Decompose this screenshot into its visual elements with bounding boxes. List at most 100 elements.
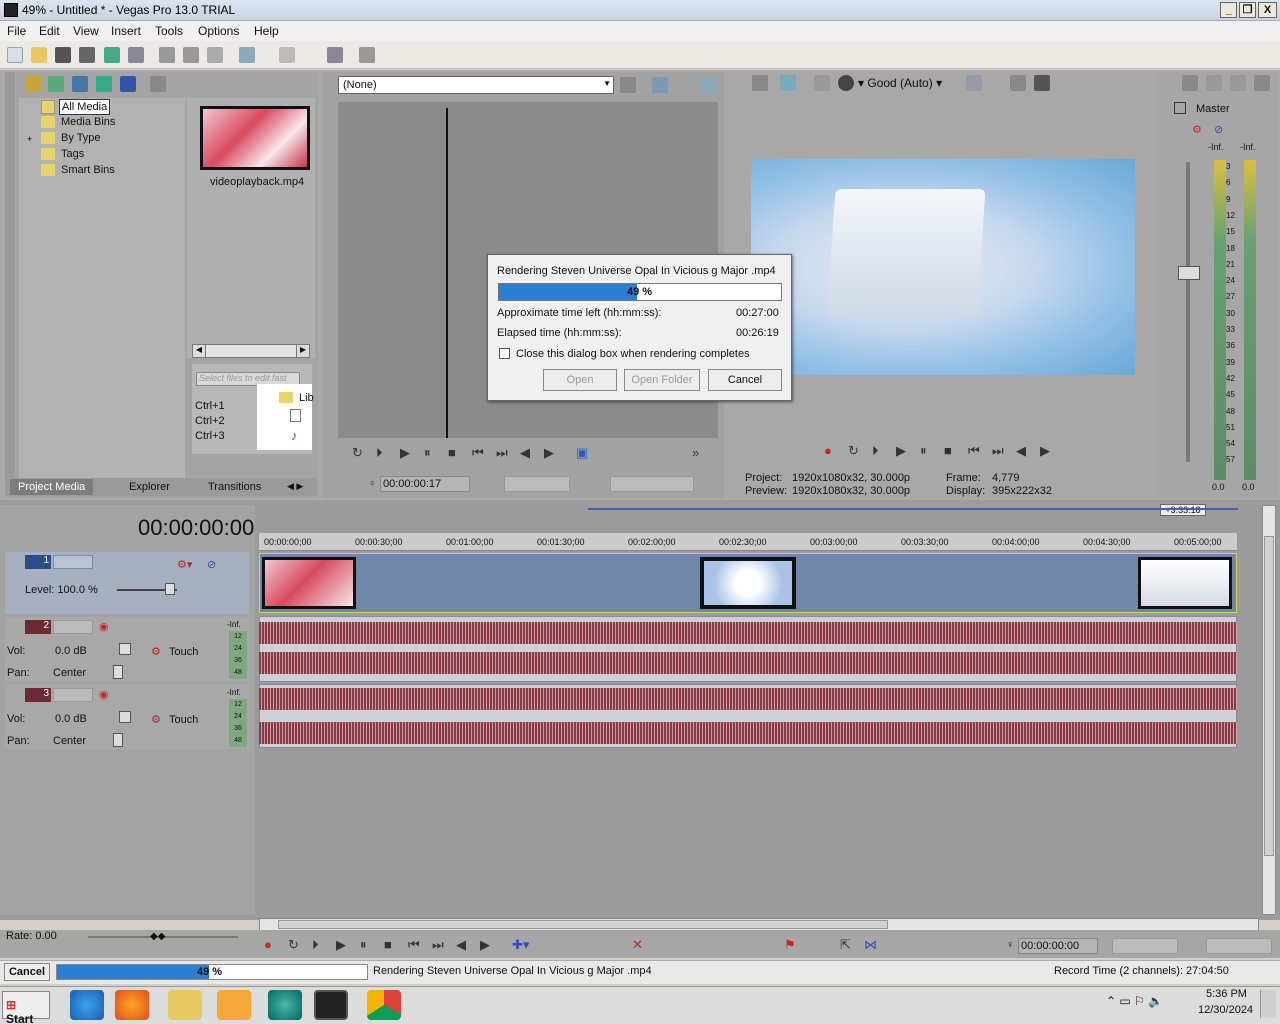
track-3-vol-value[interactable]: 0.0 dB	[55, 713, 87, 725]
go-to-end-icon[interactable]: ⏭	[432, 938, 444, 952]
tab-explorer[interactable]: Explorer	[129, 481, 170, 493]
track-fx-icon[interactable]: ⚙▾	[177, 558, 192, 571]
get-media-icon[interactable]	[72, 76, 88, 92]
level-slider-thumb[interactable]	[165, 583, 175, 595]
play-from-start-icon[interactable]: ⏵	[872, 444, 879, 458]
capture-video-icon[interactable]	[48, 76, 64, 92]
chevron-down-icon[interactable]: ▼	[603, 79, 611, 88]
media-filename[interactable]: videoplayback.mp4	[210, 176, 304, 188]
pause-icon[interactable]: ⏸	[424, 446, 431, 460]
next-frame-icon[interactable]: ▶	[1040, 444, 1050, 458]
record-icon[interactable]: ●	[264, 938, 272, 952]
stop-icon[interactable]: ■	[384, 938, 392, 952]
trimmer-in-point[interactable]	[504, 476, 570, 492]
open-button[interactable]: Open	[543, 369, 617, 391]
minimize-button[interactable]: _	[1220, 2, 1237, 18]
new-project-icon[interactable]	[7, 47, 23, 63]
dim-output-icon[interactable]	[1230, 75, 1246, 91]
auto-ripple-icon[interactable]: ⇱	[840, 938, 851, 952]
downmix-icon[interactable]	[1206, 75, 1222, 91]
trimmer-timecode[interactable]: 00:00:00:17	[380, 476, 470, 492]
scroll-left-icon[interactable]: ◀	[193, 345, 206, 357]
track-3-name-field[interactable]	[53, 688, 93, 702]
clock-time[interactable]: 5:36 PM	[1206, 988, 1247, 1000]
track-2-fx-icon[interactable]: ⚙	[151, 645, 161, 658]
menu-help[interactable]: Help	[254, 24, 279, 38]
split-screen-icon[interactable]	[838, 75, 854, 91]
more-icon[interactable]: »	[692, 446, 699, 460]
trimmer-out-point[interactable]	[610, 476, 694, 492]
globe-app-icon[interactable]	[268, 990, 302, 1020]
show-desktop-button[interactable]	[1260, 990, 1276, 1018]
paste-icon[interactable]	[207, 47, 223, 63]
track-3-pan-slider[interactable]	[113, 733, 123, 747]
media-thumbnail[interactable]	[200, 106, 310, 170]
track-1-name-field[interactable]	[53, 555, 93, 569]
import-media-icon[interactable]	[26, 76, 42, 92]
transport-out-point[interactable]	[1206, 938, 1272, 954]
media-player-icon[interactable]	[217, 990, 251, 1020]
vertical-scroll-thumb[interactable]	[1264, 536, 1274, 856]
pause-icon[interactable]: ⏸	[360, 938, 367, 952]
menu-file[interactable]: File	[7, 24, 26, 38]
track-2-pan-slider[interactable]	[113, 665, 123, 679]
mixer-view-icon[interactable]	[1254, 75, 1270, 91]
save-as-icon[interactable]	[79, 47, 95, 63]
undo-icon[interactable]	[239, 47, 255, 63]
tabs-scroll-icon[interactable]: ◀ ▶	[287, 481, 303, 492]
overlays-icon[interactable]	[966, 75, 982, 91]
external-monitor-icon[interactable]	[780, 75, 796, 91]
pause-icon[interactable]: ⏸	[920, 444, 927, 458]
shortcut-ctrl3[interactable]: Ctrl+3	[195, 430, 225, 442]
insert-bus-icon[interactable]	[1182, 75, 1198, 91]
tab-transitions[interactable]: Transitions	[208, 481, 261, 493]
track-mute-icon[interactable]: ⊘	[207, 558, 216, 571]
timeline-cursor-time[interactable]: 00:00:00:00	[138, 515, 254, 541]
track-3-vol-slider[interactable]	[119, 711, 131, 723]
loop-icon[interactable]: ↻	[352, 446, 363, 460]
properties-icon[interactable]	[128, 47, 144, 63]
close-when-done-checkbox[interactable]	[499, 348, 510, 359]
copy-snapshot-icon[interactable]	[1010, 75, 1026, 91]
preview-video-frame[interactable]	[751, 159, 1135, 375]
start-button[interactable]: ⊞ Start	[2, 991, 50, 1024]
timeline-vertical-scrollbar[interactable]	[1262, 505, 1276, 915]
go-to-start-icon[interactable]: ⏮	[472, 446, 484, 460]
play-icon[interactable]: ▶	[336, 938, 346, 952]
menu-insert[interactable]: Insert	[111, 24, 141, 38]
preview-properties-icon[interactable]	[752, 75, 768, 91]
video-track-header[interactable]: 1 Level: 100.0 % ⚙▾ ⊘	[5, 552, 249, 614]
tree-item-all-media[interactable]: All Media	[59, 99, 111, 115]
play-icon[interactable]: ▶	[896, 444, 906, 458]
remove-media-icon[interactable]	[150, 76, 166, 92]
go-to-end-icon[interactable]: ⏭	[992, 444, 1004, 458]
trimmer-tool-icon[interactable]	[620, 77, 636, 93]
stop-icon[interactable]: ■	[944, 444, 952, 458]
timeline-ruler[interactable]: 00:00:00;00 00:00:30;00 00:01:00;00 00:01:3…	[259, 533, 1237, 551]
menu-view[interactable]: View	[73, 24, 99, 38]
window-docking-handle[interactable]	[5, 72, 15, 492]
tree-item-tags[interactable]: Tags	[61, 148, 84, 160]
internet-explorer-icon[interactable]	[70, 990, 104, 1020]
trimmer-preset-select[interactable]: (None) ▼	[338, 76, 614, 94]
delete-icon[interactable]: ✕	[632, 938, 643, 952]
search-media-icon[interactable]	[120, 76, 136, 92]
play-from-start-icon[interactable]: ⏵	[312, 938, 319, 952]
vegas-taskbar-icon[interactable]	[314, 990, 348, 1020]
track-2-vol-value[interactable]: 0.0 dB	[55, 645, 87, 657]
preview-fx-icon[interactable]	[814, 75, 830, 91]
horizontal-scroll-thumb[interactable]	[278, 920, 888, 929]
master-mute-icon[interactable]: ⊘	[1214, 123, 1223, 136]
media-horizontal-scrollbar[interactable]: ◀ ▶	[192, 344, 310, 358]
add-to-timeline-icon[interactable]: ▣	[576, 446, 588, 460]
prev-frame-icon[interactable]: ◀	[456, 938, 466, 952]
render-as-icon[interactable]	[104, 47, 120, 63]
redo-icon[interactable]	[279, 47, 295, 63]
preview-quality-select[interactable]: ▾ Good (Auto) ▾	[858, 76, 942, 90]
shortcut-ctrl1[interactable]: Ctrl+1	[195, 400, 225, 412]
open-folder-icon[interactable]	[31, 47, 47, 63]
track-2-vol-slider[interactable]	[119, 643, 131, 655]
track-3-fx-icon[interactable]: ⚙	[151, 713, 161, 726]
record-icon[interactable]: ●	[824, 444, 832, 458]
track-2-name-field[interactable]	[53, 620, 93, 634]
